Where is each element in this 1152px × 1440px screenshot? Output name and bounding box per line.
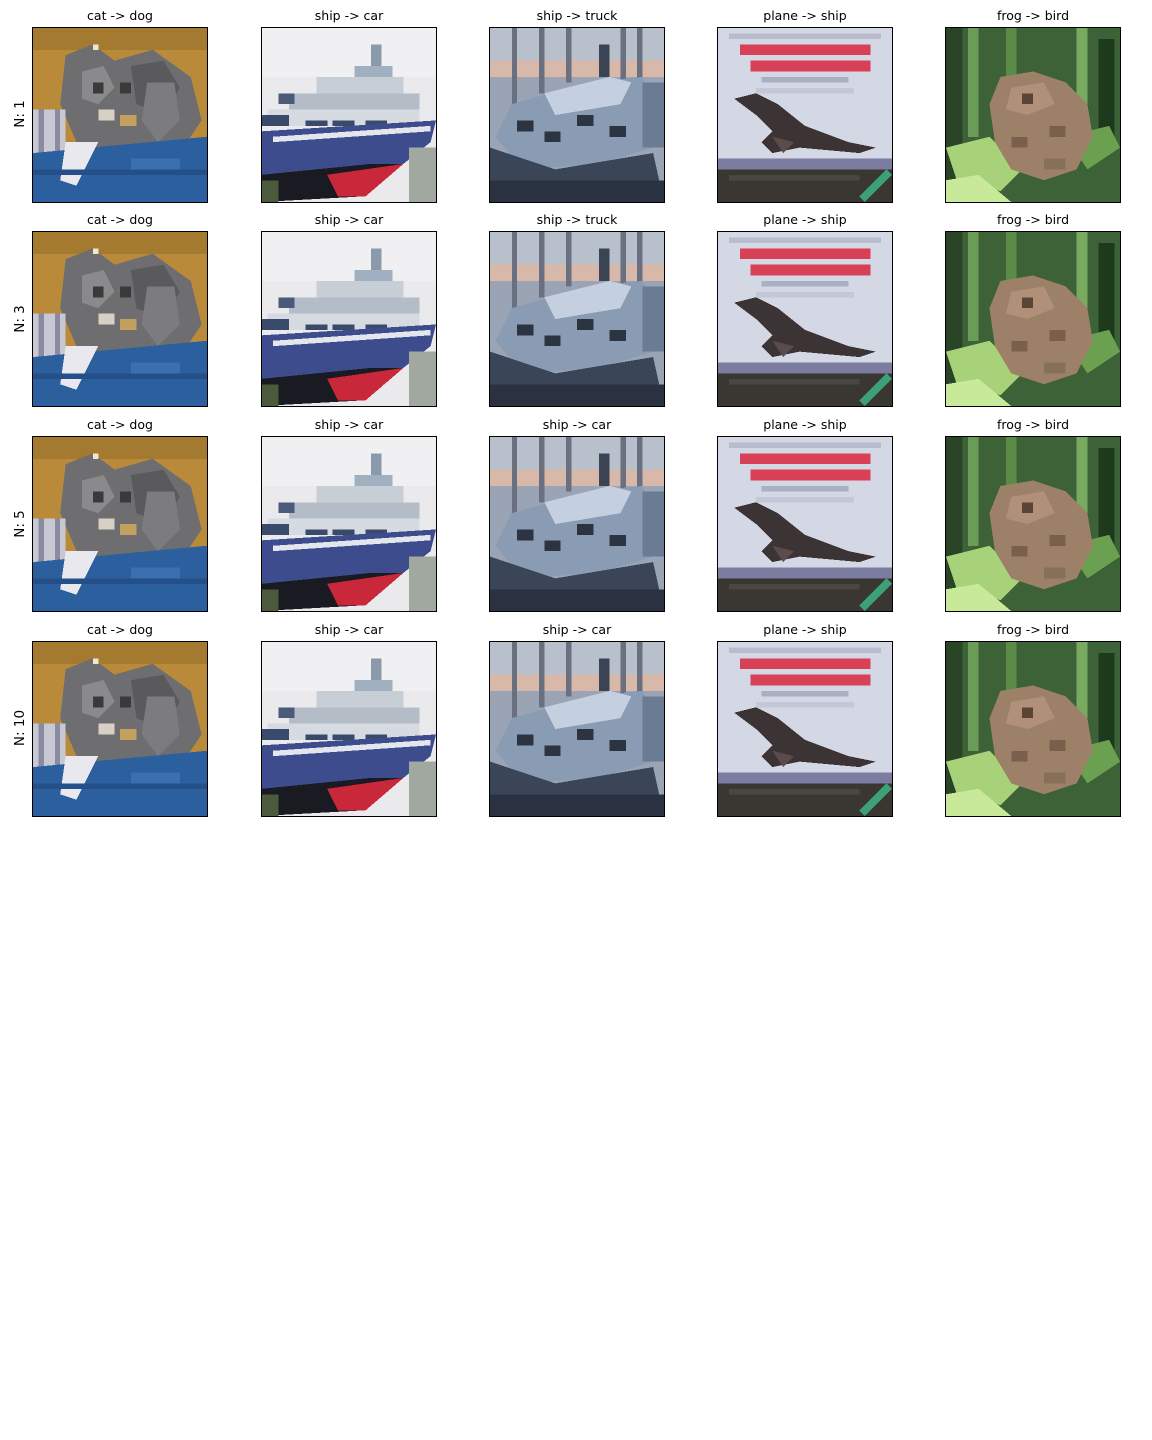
ship-image bbox=[261, 231, 437, 407]
cell-title: cat -> dog bbox=[87, 8, 153, 23]
cat-image bbox=[32, 436, 208, 612]
cell-title: plane -> ship bbox=[763, 622, 847, 637]
plane-image bbox=[717, 231, 893, 407]
ship-image bbox=[261, 27, 437, 203]
ship-image bbox=[261, 641, 437, 817]
cell-title: frog -> bird bbox=[996, 417, 1070, 432]
frog-image bbox=[945, 27, 1121, 203]
frog-image bbox=[945, 641, 1121, 817]
cat-image bbox=[32, 641, 208, 817]
ship-image bbox=[489, 641, 665, 817]
cell-title: frog -> bird bbox=[996, 212, 1070, 227]
cell-title: ship -> car bbox=[314, 8, 384, 23]
cell-title: cat -> dog bbox=[87, 212, 153, 227]
cell-title: plane -> ship bbox=[763, 212, 847, 227]
ship-image bbox=[489, 231, 665, 407]
cell-title: plane -> ship bbox=[763, 8, 847, 23]
cell-title: frog -> bird bbox=[996, 8, 1070, 23]
ship-image bbox=[489, 27, 665, 203]
cell-title: ship -> car bbox=[314, 417, 384, 432]
frog-image bbox=[945, 231, 1121, 407]
cell-title: ship -> car bbox=[314, 622, 384, 637]
cat-image bbox=[32, 27, 208, 203]
cell-title: ship -> car bbox=[314, 212, 384, 227]
plane-image bbox=[717, 27, 893, 203]
cell-title: plane -> ship bbox=[763, 417, 847, 432]
frog-image bbox=[945, 436, 1121, 612]
cell-title: ship -> car bbox=[542, 622, 612, 637]
cell-title: cat -> dog bbox=[87, 417, 153, 432]
cat-image bbox=[32, 231, 208, 407]
cell-title: cat -> dog bbox=[87, 622, 153, 637]
ship-image bbox=[489, 436, 665, 612]
plane-image bbox=[717, 641, 893, 817]
cell-title: ship -> car bbox=[542, 417, 612, 432]
cell-title: ship -> truck bbox=[536, 212, 618, 227]
plane-image bbox=[717, 436, 893, 612]
cell-title: frog -> bird bbox=[996, 622, 1070, 637]
cell-title: ship -> truck bbox=[536, 8, 618, 23]
ship-image bbox=[261, 436, 437, 612]
